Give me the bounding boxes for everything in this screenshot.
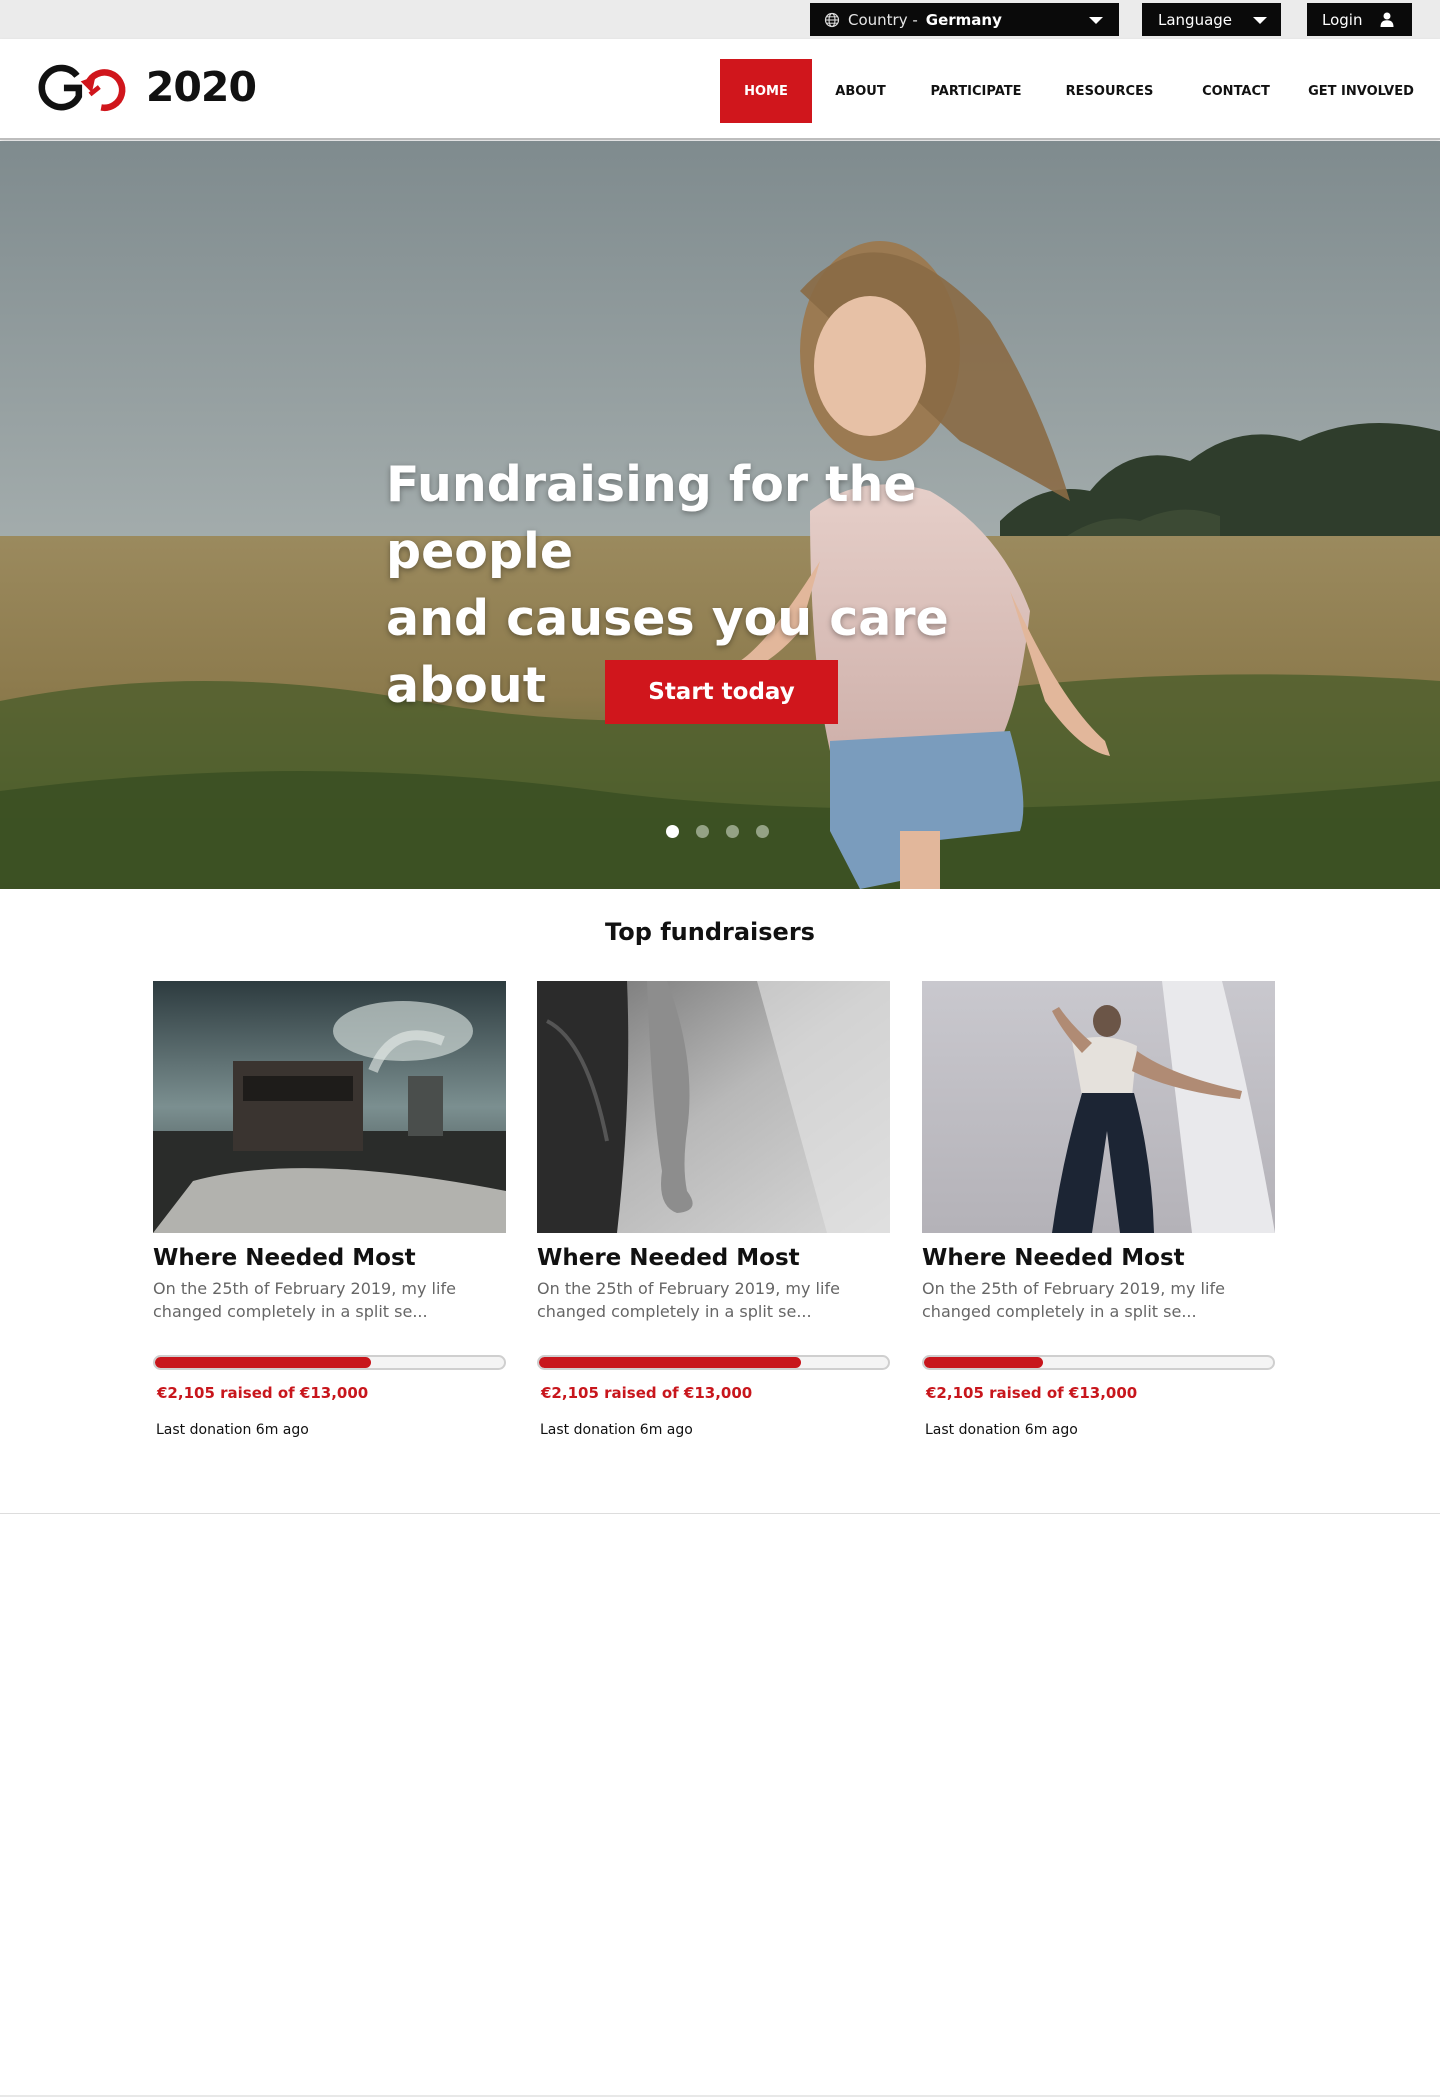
fundraiser-card[interactable]: Where Needed Most On the 25th of Februar… — [153, 981, 508, 1438]
login-label: Login — [1322, 10, 1363, 29]
fundraiser-last-donation: Last donation 6m ago — [156, 1422, 309, 1438]
carousel-dot-2[interactable] — [696, 825, 709, 838]
fundraiser-image-burnt-bus — [153, 981, 506, 1233]
fundraiser-card[interactable]: Where Needed Most On the 25th of Februar… — [922, 981, 1277, 1438]
fundraiser-progress-bar — [153, 1355, 506, 1370]
fundraiser-card[interactable]: Where Needed Most On the 25th of Februar… — [537, 981, 892, 1438]
carousel-dot-1[interactable] — [666, 825, 679, 838]
fundraiser-progress-bar — [537, 1355, 890, 1370]
chevron-down-icon — [1253, 17, 1267, 24]
fundraiser-raised-amount: €2,105 raised of €13,000 — [926, 1384, 1138, 1402]
fundraiser-progress-fill — [539, 1357, 801, 1368]
fundraiser-excerpt: On the 25th of February 2019, my life ch… — [153, 1279, 456, 1321]
country-prefix-label: Country - — [848, 10, 918, 29]
fundraiser-raised-amount: €2,105 raised of €13,000 — [157, 1384, 369, 1402]
fundraiser-title[interactable]: Where Needed Most — [922, 1245, 1277, 1271]
fundraiser-last-donation: Last donation 6m ago — [925, 1422, 1078, 1438]
nav-home[interactable]: HOME — [720, 59, 812, 123]
start-today-button[interactable]: Start today — [605, 660, 838, 724]
chevron-down-icon — [1089, 17, 1103, 24]
fundraiser-excerpt: On the 25th of February 2019, my life ch… — [922, 1279, 1225, 1321]
carousel-dot-4[interactable] — [756, 825, 769, 838]
user-icon — [1380, 12, 1394, 27]
fundraiser-title[interactable]: Where Needed Most — [153, 1245, 508, 1271]
logo-year: 2020 — [145, 63, 257, 111]
fundraiser-excerpt: On the 25th of February 2019, my life ch… — [537, 1279, 840, 1321]
hero-title-line-1: Fundraising for the people — [386, 456, 917, 580]
language-select[interactable]: Language — [1142, 3, 1281, 36]
top-utility-bar: Country - Germany Language Login — [0, 0, 1440, 39]
nav-participate[interactable]: PARTICIPATE — [909, 59, 1043, 123]
nav-contact[interactable]: CONTACT — [1176, 59, 1296, 123]
nav-get-involved[interactable]: GET INVOLVED — [1296, 59, 1426, 123]
footer-divider — [0, 2095, 1440, 2097]
site-header: 2020 HOME ABOUT PARTICIPATE RESOURCES CO… — [0, 39, 1440, 140]
hero-carousel: Fundraising for the people and causes yo… — [0, 141, 1440, 889]
fundraiser-progress-fill — [155, 1357, 372, 1368]
country-value: Germany — [925, 10, 1002, 29]
fundraiser-image-man-sky — [922, 981, 1275, 1233]
fundraiser-progress-fill — [924, 1357, 1043, 1368]
go-logo-mark — [38, 64, 126, 112]
top-fundraisers-heading: Top fundraisers — [605, 918, 815, 946]
country-select[interactable]: Country - Germany — [810, 3, 1119, 36]
fundraiser-raised-amount: €2,105 raised of €13,000 — [541, 1384, 753, 1402]
carousel-indicators — [666, 825, 769, 838]
nav-resources[interactable]: RESOURCES — [1043, 59, 1176, 123]
fundraiser-progress-bar — [922, 1355, 1275, 1370]
section-divider — [0, 1513, 1440, 1514]
fundraiser-image-hand — [537, 981, 890, 1233]
globe-icon — [824, 12, 840, 27]
main-nav: HOME ABOUT PARTICIPATE RESOURCES CONTACT… — [720, 59, 1426, 123]
fundraiser-last-donation: Last donation 6m ago — [540, 1422, 693, 1438]
nav-about[interactable]: ABOUT — [812, 59, 909, 123]
site-logo[interactable]: 2020 — [36, 57, 257, 117]
carousel-dot-3[interactable] — [726, 825, 739, 838]
login-button[interactable]: Login — [1307, 3, 1412, 36]
fundraiser-title[interactable]: Where Needed Most — [537, 1245, 892, 1271]
language-label: Language — [1158, 10, 1233, 29]
